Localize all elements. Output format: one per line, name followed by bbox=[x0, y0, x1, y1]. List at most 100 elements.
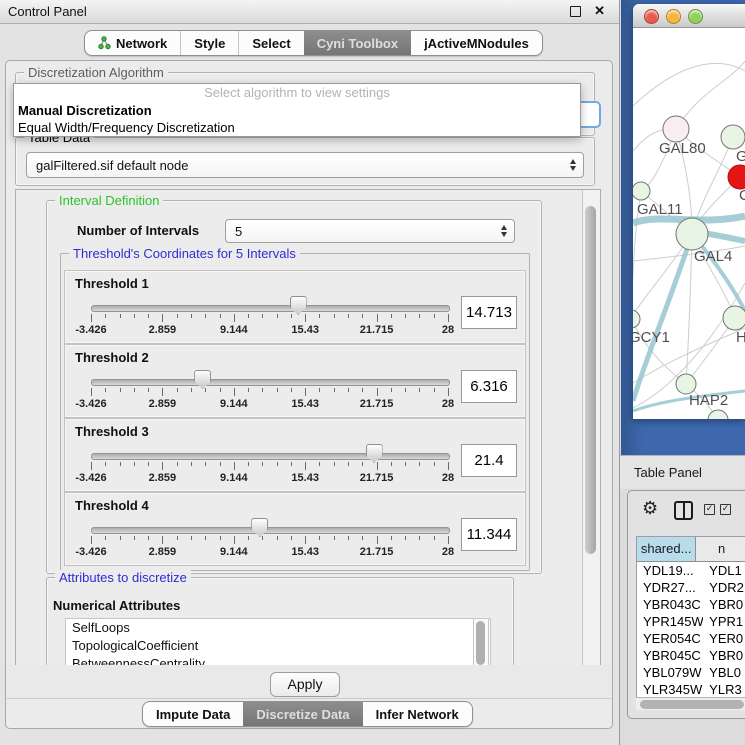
tick-mark bbox=[134, 388, 135, 392]
dropdown-option-manual[interactable]: Manual Discretization bbox=[14, 102, 580, 119]
tick-mark bbox=[234, 536, 235, 544]
table-row[interactable]: YPR145WYPR1 bbox=[637, 613, 745, 630]
table-row[interactable]: YDR27...YDR2 bbox=[637, 579, 745, 596]
tab-jactivemnodules[interactable]: jActiveMNodules bbox=[411, 31, 542, 55]
slider-thumb[interactable] bbox=[194, 370, 211, 389]
network-edge[interactable] bbox=[676, 61, 745, 129]
tick-mark bbox=[205, 462, 206, 466]
number-of-intervals-combobox[interactable]: 5 bbox=[225, 219, 515, 243]
tab-impute-data[interactable]: Impute Data bbox=[143, 702, 243, 726]
network-node[interactable] bbox=[728, 165, 745, 189]
network-canvas[interactable]: GAL80GACGAL11GAL4GCY1HHAP2 bbox=[633, 28, 745, 419]
network-node[interactable] bbox=[676, 374, 696, 394]
checkbox-icon[interactable] bbox=[704, 504, 715, 515]
table-cell[interactable]: YER054C bbox=[637, 630, 703, 647]
tick-mark bbox=[177, 314, 178, 318]
table-row[interactable]: YER054CYER0 bbox=[637, 630, 745, 647]
zoom-traffic-light-icon[interactable] bbox=[688, 9, 703, 24]
dropdown-option-equal-width[interactable]: Equal Width/Frequency Discretization bbox=[14, 119, 580, 136]
threshold-value-field[interactable]: 11.344 bbox=[461, 518, 517, 551]
slider-thumb[interactable] bbox=[251, 518, 268, 537]
table-row[interactable]: YBL079WYBL0 bbox=[637, 664, 745, 681]
table-cell[interactable]: YLR345W bbox=[637, 681, 703, 698]
tab-select[interactable]: Select bbox=[238, 31, 303, 55]
table-cell[interactable]: YDR27... bbox=[637, 579, 703, 596]
table-cell[interactable]: YPR145W bbox=[637, 613, 703, 630]
tick-mark bbox=[105, 462, 106, 466]
table-row[interactable]: YLR345WYLR3 bbox=[637, 681, 745, 698]
network-node[interactable] bbox=[676, 218, 708, 250]
tab-discretize-data[interactable]: Discretize Data bbox=[243, 702, 362, 726]
network-window-titlebar[interactable] bbox=[633, 4, 745, 28]
tick-mark bbox=[248, 462, 249, 466]
float-window-icon[interactable] bbox=[570, 6, 581, 17]
table-horizontal-scrollbar[interactable] bbox=[636, 697, 745, 710]
network-node[interactable] bbox=[633, 182, 650, 200]
table-cell[interactable]: YER0 bbox=[703, 630, 745, 647]
tick-mark bbox=[220, 536, 221, 540]
threshold-value-field[interactable]: 21.4 bbox=[461, 444, 517, 477]
slider-thumb[interactable] bbox=[290, 296, 307, 315]
table-cell[interactable]: YBR0 bbox=[703, 647, 745, 664]
table-row[interactable]: YBR043CYBR0 bbox=[637, 596, 745, 613]
column-header-shared-name[interactable]: shared... bbox=[637, 537, 696, 561]
threshold-value-field[interactable]: 14.713 bbox=[461, 296, 517, 329]
apply-button[interactable]: Apply bbox=[270, 672, 340, 697]
close-traffic-light-icon[interactable] bbox=[644, 9, 659, 24]
tick-mark bbox=[291, 314, 292, 318]
table-cell[interactable]: YBR045C bbox=[637, 647, 703, 664]
threshold-slider-track[interactable] bbox=[91, 527, 450, 534]
threshold-value-field[interactable]: 6.316 bbox=[461, 370, 517, 403]
list-item[interactable]: TopologicalCoefficient bbox=[66, 637, 490, 655]
network-edge[interactable] bbox=[633, 63, 745, 106]
tab-cyni-toolbox[interactable]: Cyni Toolbox bbox=[304, 31, 411, 55]
tab-style[interactable]: Style bbox=[180, 31, 238, 55]
network-window[interactable]: GAL80GACGAL11GAL4GCY1HHAP2 bbox=[633, 4, 745, 419]
cyni-panel: Discretization Algorithm Select algorith… bbox=[5, 60, 613, 729]
network-node[interactable] bbox=[723, 306, 745, 330]
column-header-name[interactable]: n bbox=[696, 537, 745, 561]
slider-thumb[interactable] bbox=[366, 444, 383, 463]
tick-label: 15.43 bbox=[291, 398, 319, 410]
table-cell[interactable]: YBL0 bbox=[703, 664, 745, 681]
threshold-slider-track[interactable] bbox=[91, 453, 450, 460]
table-row[interactable]: YBR045CYBR0 bbox=[637, 647, 745, 664]
tick-mark bbox=[419, 462, 420, 466]
table-cell[interactable]: YDL1 bbox=[703, 562, 745, 579]
scrollbar-thumb[interactable] bbox=[585, 206, 596, 554]
table-cell[interactable]: YLR3 bbox=[703, 681, 745, 698]
table-cell[interactable]: YPR1 bbox=[703, 613, 745, 630]
scrollbar-thumb[interactable] bbox=[640, 700, 744, 709]
table-panel-bar[interactable]: Table Panel bbox=[620, 455, 745, 489]
close-icon[interactable]: ✕ bbox=[594, 3, 605, 19]
checkbox-icon[interactable] bbox=[720, 504, 731, 515]
table-cell[interactable]: YBR043C bbox=[637, 596, 703, 613]
network-node[interactable] bbox=[721, 125, 745, 149]
node-label: GAL11 bbox=[637, 201, 683, 218]
tab-network[interactable]: Network bbox=[85, 31, 180, 55]
tick-mark bbox=[348, 462, 349, 466]
minimize-traffic-light-icon[interactable] bbox=[666, 9, 681, 24]
tick-mark bbox=[162, 536, 163, 544]
tick-mark bbox=[448, 536, 449, 544]
threshold-slider-track[interactable] bbox=[91, 379, 450, 386]
table-cell[interactable]: YDR2 bbox=[703, 579, 745, 596]
scrollbar-thumb[interactable] bbox=[476, 621, 485, 665]
network-node[interactable] bbox=[708, 410, 728, 419]
gear-icon[interactable]: ⚙ bbox=[642, 499, 658, 517]
table-cell[interactable]: YBR0 bbox=[703, 596, 745, 613]
attributes-list-scrollbar[interactable] bbox=[473, 618, 489, 667]
control-panel-titlebar[interactable]: Control Panel ✕ bbox=[0, 0, 619, 24]
tab-infer-network[interactable]: Infer Network bbox=[363, 702, 472, 726]
tick-mark bbox=[191, 462, 192, 466]
network-node[interactable] bbox=[633, 310, 640, 328]
table-cell[interactable]: YBL079W bbox=[637, 664, 703, 681]
table-row[interactable]: YDL19...YDL1 bbox=[637, 562, 745, 579]
list-item[interactable]: SelfLoops bbox=[66, 619, 490, 637]
table-cell[interactable]: YDL19... bbox=[637, 562, 703, 579]
columns-icon[interactable] bbox=[674, 501, 693, 520]
settings-scrollbar[interactable] bbox=[582, 190, 600, 666]
threshold-slider-track[interactable] bbox=[91, 305, 450, 312]
network-node[interactable] bbox=[663, 116, 689, 142]
table-data-combobox[interactable]: galFiltered.sif default node bbox=[26, 152, 584, 178]
